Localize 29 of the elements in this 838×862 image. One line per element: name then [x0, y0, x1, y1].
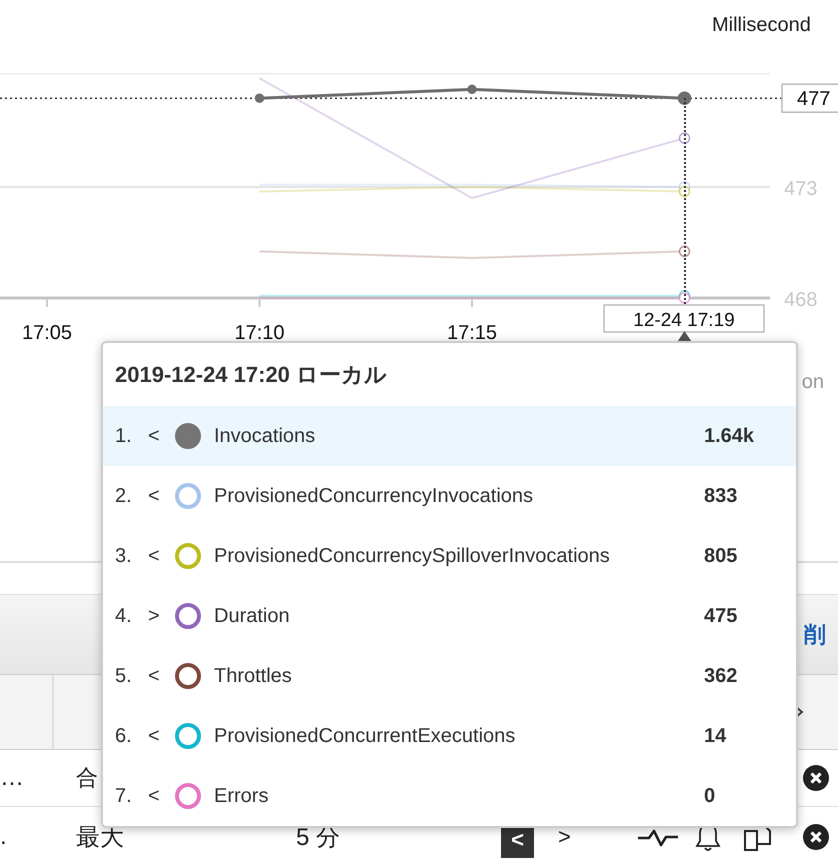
- data-point: [254, 93, 264, 103]
- table-cell-text: …: [0, 764, 25, 792]
- tooltip-row[interactable]: 3. < ProvisionedConcurrencySpilloverInvocations 805: [103, 526, 796, 586]
- next-button[interactable]: >: [550, 824, 579, 850]
- close-icon[interactable]: [803, 765, 829, 791]
- table-cell-text: .: [0, 823, 8, 851]
- tooltip-title: 2019-12-24 17:20 ローカル: [114, 360, 388, 388]
- tooltip-row[interactable]: 6. < ProvisionedConcurrentExecutions 14: [103, 706, 796, 766]
- x-tick-label: 17:15: [446, 322, 498, 344]
- data-point: [678, 246, 690, 258]
- tooltip-row[interactable]: 2. < ProvisionedConcurrencyInvocations 833: [103, 466, 796, 526]
- ref-line-label: 477: [797, 88, 830, 110]
- x-tick-label: 17:10: [234, 322, 285, 344]
- close-icon[interactable]: [803, 824, 829, 850]
- data-point: [467, 84, 477, 94]
- table-cell-text: 合: [76, 764, 99, 792]
- value-callout: 477: [781, 83, 838, 113]
- data-point: [678, 132, 690, 144]
- tooltip-row[interactable]: 1. < Invocations 1.64k: [103, 406, 796, 466]
- tooltip-row[interactable]: 4. > Duration 475: [103, 586, 796, 646]
- time-callout: 12-24 17:19: [603, 304, 765, 333]
- table-cell-text: 最大: [76, 823, 125, 853]
- data-point: [678, 186, 690, 198]
- legend-text: on: [802, 371, 825, 394]
- tooltip-row[interactable]: 5. < Throttles 362: [103, 646, 796, 706]
- axis-unit-label: Millisecond: [712, 14, 811, 36]
- delete-link[interactable]: 削: [804, 620, 838, 650]
- data-point: [678, 91, 692, 105]
- x-tick-label: 17:05: [22, 322, 72, 344]
